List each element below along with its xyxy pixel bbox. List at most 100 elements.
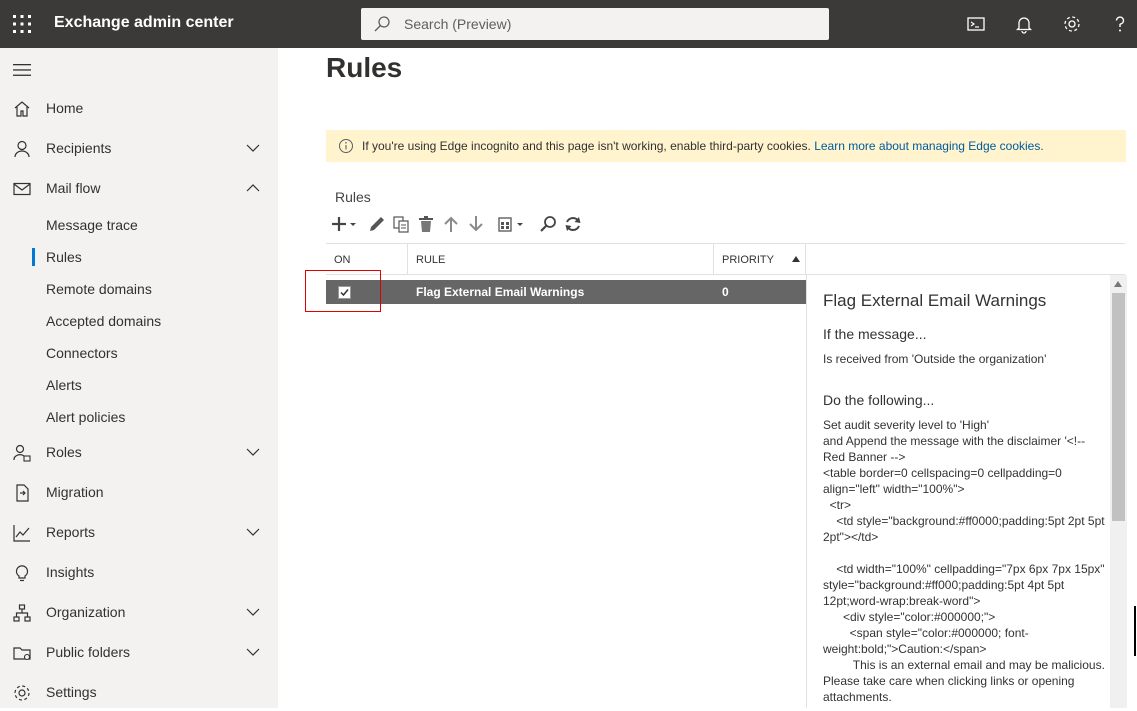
chevron-down-icon[interactable]	[246, 143, 260, 153]
nav-label: Roles	[46, 444, 82, 460]
column-header-rule[interactable]: RULE	[408, 244, 714, 275]
details-do-line: Red Banner -->	[823, 450, 906, 464]
nav-item-settings[interactable]: Settings	[0, 675, 278, 711]
nav-label: Settings	[46, 684, 97, 700]
org-icon	[13, 604, 31, 622]
nav-label: Home	[46, 100, 84, 116]
details-do-line: <div style="color:#000000;">	[823, 610, 996, 624]
active-indicator	[32, 248, 35, 266]
nav-item-organization[interactable]: Organization	[0, 595, 278, 631]
table-row[interactable]: Flag External Email Warnings 0	[326, 280, 806, 304]
rules-section-label: Rules	[335, 189, 371, 205]
info-icon	[339, 139, 353, 153]
person-icon	[14, 140, 30, 158]
migration-icon	[16, 484, 29, 502]
nav-subitem-message-trace[interactable]: Message trace	[0, 211, 278, 239]
nav-label: Message trace	[46, 217, 138, 233]
nav-label: Recipients	[46, 140, 112, 156]
chevron-down-icon[interactable]	[246, 527, 260, 537]
move-down-icon[interactable]	[466, 214, 486, 234]
bell-icon[interactable]	[1014, 14, 1034, 34]
details-do-line: align="left" width="100%">	[823, 482, 965, 496]
text-cursor	[1134, 606, 1136, 656]
home-icon	[14, 101, 30, 117]
nav-item-migration[interactable]: Migration	[0, 475, 278, 511]
export-dropdown-icon[interactable]	[496, 214, 526, 234]
hamburger-icon[interactable]	[13, 63, 31, 77]
nav-label: Insights	[46, 564, 95, 580]
details-if-text: Is received from 'Outside the organizati…	[823, 352, 1047, 366]
waffle-icon[interactable]	[12, 14, 32, 34]
details-do-line: This is an external email and may be mal…	[823, 658, 1105, 672]
chevron-up-icon[interactable]	[246, 183, 260, 193]
banner-text: If you're using Edge incognito and this …	[362, 139, 1044, 153]
add-dropdown-icon[interactable]	[330, 214, 358, 234]
nav-subitem-alert-policies[interactable]: Alert policies	[0, 403, 278, 431]
nav-label: Remote domains	[46, 281, 152, 297]
nav-label: Mail flow	[46, 180, 101, 196]
nav-label: Accepted domains	[46, 313, 162, 329]
mail-icon	[13, 182, 31, 196]
search-input[interactable]: Search (Preview)	[361, 8, 829, 40]
app-title[interactable]: Exchange admin center	[54, 14, 234, 32]
details-do-line: Please take care when clicking links or …	[823, 674, 1075, 688]
rule-priority: 0	[722, 285, 729, 299]
edit-icon[interactable]	[367, 214, 387, 234]
details-do-line: <td width="100%" cellpadding="7px 6px 7p…	[823, 562, 1105, 576]
details-do-line: <span style="color:#000000; font-	[823, 626, 1029, 640]
details-do-line: style="background:#ff000;padding:5pt 4pt…	[823, 578, 1065, 592]
nav-item-reports[interactable]: Reports	[0, 515, 278, 551]
edge-cookies-link[interactable]: Learn more about managing Edge cookies.	[814, 139, 1043, 153]
column-header-priority[interactable]: PRIORITY	[714, 244, 806, 275]
nav-subitem-alerts[interactable]: Alerts	[0, 371, 278, 399]
nav-label: Organization	[46, 604, 126, 620]
details-do-line: and Append the message with the disclaim…	[823, 434, 1086, 448]
details-do-line: attachments.	[823, 690, 892, 704]
rule-name: Flag External Email Warnings	[416, 285, 585, 299]
gear-icon[interactable]	[1062, 14, 1082, 34]
nav-subitem-remote-domains[interactable]: Remote domains	[0, 275, 278, 303]
details-do-line: weight:bold;">Caution:</span>	[823, 642, 987, 656]
nav-label: Rules	[46, 249, 82, 265]
nav-label: Alerts	[46, 377, 82, 393]
search-icon[interactable]	[538, 214, 558, 234]
nav-subitem-accepted-domains[interactable]: Accepted domains	[0, 307, 278, 335]
nav-label: Reports	[46, 524, 96, 540]
help-icon[interactable]	[1110, 14, 1130, 34]
details-if-heading: If the message...	[823, 326, 927, 342]
top-bar: Exchange admin center Search (Preview)	[0, 0, 1137, 48]
details-do-line: <td style="background:#ff0000;padding:5p…	[823, 514, 1105, 528]
nav-item-recipients[interactable]: Recipients	[0, 131, 278, 167]
nav-item-home[interactable]: Home	[0, 91, 278, 127]
details-do-heading: Do the following...	[823, 392, 935, 408]
rule-details-pane: Flag External Email Warnings If the mess…	[806, 275, 1110, 708]
refresh-icon[interactable]	[563, 214, 583, 234]
nav-label: Alert policies	[46, 409, 126, 425]
roles-icon	[13, 444, 31, 462]
details-do-line: Set audit severity level to 'High'	[823, 418, 989, 432]
nav-subitem-rules[interactable]: Rules	[0, 243, 278, 271]
nav-label: Public folders	[46, 644, 131, 660]
chart-icon	[13, 525, 30, 542]
gear-icon	[14, 685, 30, 701]
column-header-priority-label: PRIORITY	[722, 254, 774, 266]
scrollbar-thumb[interactable]	[1112, 293, 1125, 521]
chevron-down-icon[interactable]	[246, 647, 260, 657]
details-do-line: 12pt;word-wrap:break-word">	[823, 594, 981, 608]
nav-item-insights[interactable]: Insights	[0, 555, 278, 591]
details-do-line: <table border=0 cellspacing=0 cellpaddin…	[823, 466, 1062, 480]
details-scrollbar[interactable]	[1110, 275, 1127, 708]
nav-subitem-connectors[interactable]: Connectors	[0, 339, 278, 367]
delete-icon[interactable]	[416, 214, 436, 234]
nav-item-roles[interactable]: Roles	[0, 435, 278, 471]
nav-item-mail-flow[interactable]: Mail flow	[0, 171, 278, 207]
terminal-icon[interactable]	[966, 14, 986, 34]
lightbulb-icon	[15, 565, 29, 582]
copy-icon[interactable]	[391, 214, 411, 234]
chevron-down-icon[interactable]	[246, 447, 260, 457]
sort-ascending-icon	[792, 256, 800, 262]
chevron-down-icon[interactable]	[246, 607, 260, 617]
move-up-icon[interactable]	[441, 214, 461, 234]
nav-item-public-folders[interactable]: Public folders	[0, 635, 278, 671]
scroll-up-icon[interactable]	[1114, 281, 1122, 287]
